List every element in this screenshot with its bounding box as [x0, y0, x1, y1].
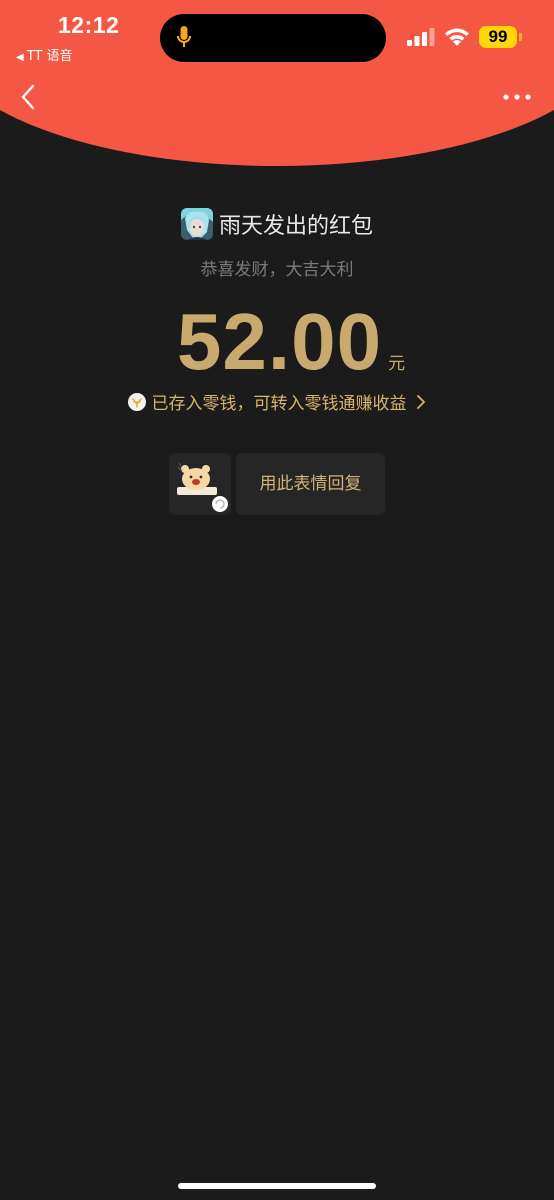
blessing-text: 恭喜发财，大吉大利 — [200, 260, 354, 280]
back-to-app-link[interactable]: ◀ TT 语音 — [16, 45, 73, 64]
back-app-label: TT 语音 — [26, 49, 73, 64]
bear-sticker-icon — [177, 462, 230, 514]
back-triangle-icon: ◀ — [16, 52, 24, 63]
stored-to-change-link[interactable]: 已存入零钱，可转入零钱通赚收益 — [0, 389, 554, 414]
amount-row: 52.00 元 — [0, 296, 554, 388]
currency-unit: 元 — [388, 354, 406, 374]
dynamic-island — [160, 14, 386, 62]
reply-with-sticker-button[interactable]: 用此表情回复 — [236, 453, 385, 515]
battery-tip — [519, 33, 522, 41]
sender-row: 雨天发出的红包 — [0, 208, 554, 240]
coin-icon — [127, 392, 146, 411]
stored-note-text: 已存入零钱，可转入零钱通赚收益 — [151, 394, 407, 414]
wifi-icon — [445, 28, 469, 46]
back-chevron-icon[interactable] — [14, 82, 44, 112]
battery-indicator: 99 — [479, 26, 517, 48]
microphone-icon — [177, 26, 191, 47]
sender-title: 雨天发出的红包 — [218, 214, 373, 239]
status-time: 12:12 — [58, 12, 120, 38]
sender-avatar — [180, 208, 213, 240]
red-packet-detail-screen: 12:12 ◀ TT 语音 99 雨天发出的红包 恭喜发财，大吉大利 52.00… — [0, 0, 554, 1200]
chevron-right-icon — [416, 394, 425, 409]
amount-value: 52.00 — [176, 297, 383, 386]
home-indicator — [178, 1183, 376, 1189]
sticker-thumbnail[interactable] — [169, 453, 231, 515]
more-options-icon[interactable] — [500, 86, 534, 108]
cellular-signal-icon — [407, 28, 435, 46]
